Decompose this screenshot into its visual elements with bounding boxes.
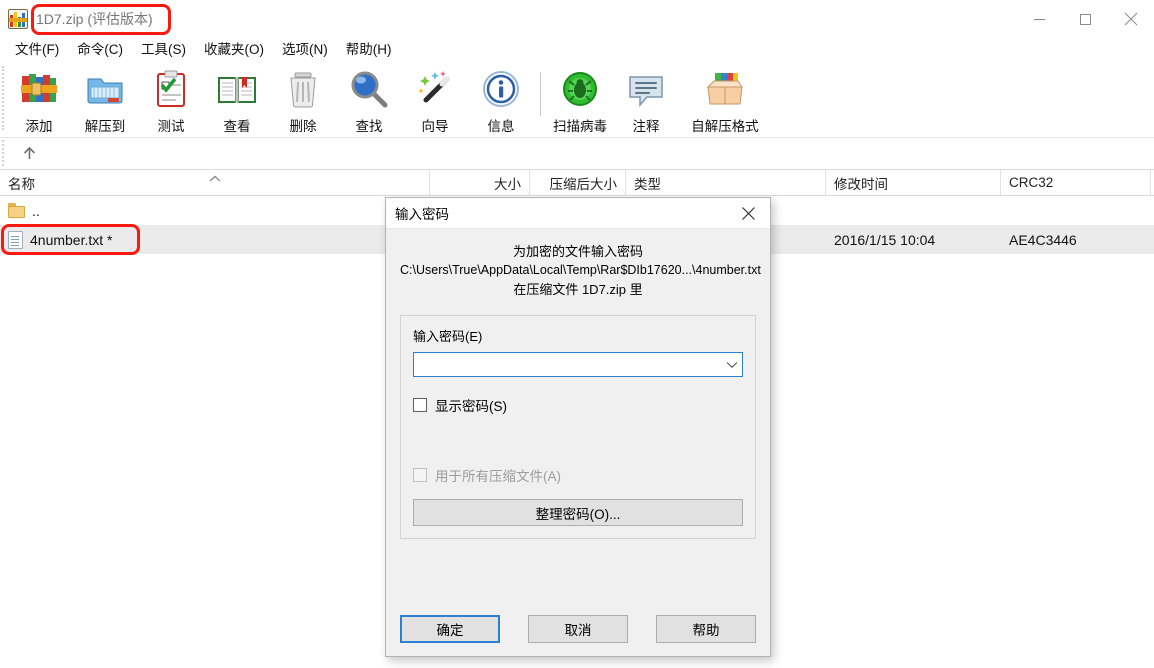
file-row-crc32: AE4C3446 bbox=[1009, 231, 1077, 248]
toolbar-sfx-button[interactable]: 自解压格式 bbox=[679, 62, 771, 134]
wizard-icon bbox=[414, 68, 456, 110]
toolbar-find-label: 查找 bbox=[355, 119, 383, 134]
toolbar-virusscan-label: 扫描病毒 bbox=[553, 119, 607, 134]
password-group-box: 输入密码(E) 显示密码(S) 用于所有压缩文件(A) 整理密码(O)... bbox=[400, 315, 756, 539]
column-header-modified-label: 修改时间 bbox=[834, 176, 888, 192]
column-header-modified[interactable]: 修改时间 bbox=[826, 170, 1001, 195]
toolbar-extract-label: 解压到 bbox=[84, 119, 126, 134]
dialog-footer: 确定 取消 帮助 bbox=[386, 602, 770, 656]
column-header-packed-size-label: 压缩后大小 bbox=[549, 176, 618, 192]
dialog-body: 为加密的文件输入密码 C:\Users\True\AppData\Local\T… bbox=[386, 229, 770, 602]
toolbar-wizard-label: 向导 bbox=[421, 119, 449, 134]
winrar-books-icon bbox=[8, 9, 28, 29]
virus-scan-icon bbox=[559, 68, 601, 110]
window-title: 1D7.zip (评估版本) bbox=[36, 11, 153, 27]
show-password-checkbox[interactable]: 显示密码(S) bbox=[413, 395, 743, 415]
minimize-icon[interactable] bbox=[1016, 0, 1062, 38]
column-header-name-label: 名称 bbox=[8, 176, 35, 192]
toolbar-info-label: 信息 bbox=[487, 119, 515, 134]
find-icon bbox=[348, 68, 390, 110]
menu-tools[interactable]: 工具(S) bbox=[132, 39, 195, 61]
folder-icon bbox=[8, 203, 25, 218]
column-header-crc32[interactable]: CRC32 bbox=[1001, 170, 1151, 195]
use-for-all-archives-checkbox: 用于所有压缩文件(A) bbox=[413, 465, 743, 485]
cancel-button[interactable]: 取消 bbox=[528, 615, 629, 643]
password-label: 输入密码(E) bbox=[413, 329, 483, 344]
toolbar-test-button[interactable]: 测试 bbox=[138, 62, 204, 134]
text-file-icon bbox=[8, 230, 23, 249]
toolbar-find-button[interactable]: 查找 bbox=[336, 62, 402, 134]
show-password-label: 显示密码(S) bbox=[435, 399, 507, 414]
close-icon[interactable] bbox=[1108, 0, 1154, 38]
column-header-size[interactable]: 大小 bbox=[430, 170, 530, 195]
toolbar-comment-label: 注释 bbox=[632, 119, 660, 134]
column-header-crc32-label: CRC32 bbox=[1009, 175, 1054, 190]
enter-password-dialog: 输入密码 为加密的文件输入密码 C:\Users\True\AppData\Lo… bbox=[385, 197, 771, 657]
checkbox-box bbox=[413, 398, 427, 412]
file-list-column-header: 名称 大小 压缩后大小 类型 修改时间 CRC32 bbox=[0, 170, 1154, 196]
help-button[interactable]: 帮助 bbox=[656, 615, 757, 643]
info-icon bbox=[480, 68, 522, 110]
navigation-bar bbox=[0, 138, 1154, 170]
column-header-name[interactable]: 名称 bbox=[0, 170, 430, 195]
toolbar-delete-button[interactable]: 删除 bbox=[270, 62, 336, 134]
dialog-title: 输入密码 bbox=[395, 207, 449, 222]
sfx-icon bbox=[704, 68, 746, 110]
window-controls bbox=[1016, 0, 1154, 38]
file-row-name-cell: .. bbox=[0, 203, 430, 219]
add-archive-icon bbox=[18, 68, 60, 110]
view-icon bbox=[216, 68, 258, 110]
toolbar: 添加 解压到 测试 查看 删除 查找 向导 信息 扫描病毒 注释 自解压格式 bbox=[0, 62, 1154, 138]
column-header-type-label: 类型 bbox=[634, 176, 661, 192]
chevron-down-icon[interactable] bbox=[722, 353, 742, 376]
toolbar-test-label: 测试 bbox=[157, 119, 185, 134]
column-header-packed-size[interactable]: 压缩后大小 bbox=[530, 170, 626, 195]
dialog-title-bar: 输入密码 bbox=[386, 198, 770, 229]
extract-to-icon bbox=[84, 68, 126, 110]
toolbar-info-button[interactable]: 信息 bbox=[468, 62, 534, 134]
maximize-icon[interactable] bbox=[1062, 0, 1108, 38]
menu-commands[interactable]: 命令(C) bbox=[68, 39, 132, 61]
comment-icon bbox=[625, 68, 667, 110]
toolbar-add-label: 添加 bbox=[25, 119, 53, 134]
toolbar-comment-button[interactable]: 注释 bbox=[613, 62, 679, 134]
dialog-message-line1: 为加密的文件输入密码 bbox=[512, 244, 643, 259]
file-row-name-cell: 4number.txt * bbox=[0, 230, 430, 249]
toolbar-view-button[interactable]: 查看 bbox=[204, 62, 270, 134]
column-header-size-label: 大小 bbox=[494, 176, 521, 192]
menu-file[interactable]: 文件(F) bbox=[6, 39, 68, 61]
menu-options[interactable]: 选项(N) bbox=[273, 39, 337, 61]
dialog-message-path: C:\Users\True\AppData\Local\Temp\Rar$DIb… bbox=[400, 263, 761, 277]
toolbar-delete-label: 删除 bbox=[289, 119, 317, 134]
close-icon[interactable] bbox=[726, 198, 770, 229]
file-row-modified: 2016/1/15 10:04 bbox=[834, 231, 936, 248]
toolbar-sfx-label: 自解压格式 bbox=[691, 119, 759, 134]
toolbar-separator bbox=[540, 72, 541, 116]
password-combo[interactable] bbox=[413, 352, 743, 377]
test-icon bbox=[150, 68, 192, 110]
toolbar-wizard-button[interactable]: 向导 bbox=[402, 62, 468, 134]
sort-ascending-icon bbox=[208, 171, 222, 186]
checkbox-box bbox=[413, 468, 427, 482]
title-bar: 1D7.zip (评估版本) bbox=[0, 0, 1154, 38]
column-header-type[interactable]: 类型 bbox=[626, 170, 826, 195]
menu-help[interactable]: 帮助(H) bbox=[337, 39, 401, 61]
file-row-name: .. bbox=[32, 202, 40, 219]
organize-passwords-button[interactable]: 整理密码(O)... bbox=[413, 499, 743, 526]
toolbar-view-label: 查看 bbox=[223, 119, 251, 134]
password-input[interactable] bbox=[418, 354, 720, 375]
up-arrow-icon[interactable] bbox=[12, 141, 46, 167]
dialog-message-archive: 在压缩文件 1D7.zip 里 bbox=[513, 282, 643, 297]
use-for-all-archives-label: 用于所有压缩文件(A) bbox=[435, 469, 561, 484]
toolbar-virusscan-button[interactable]: 扫描病毒 bbox=[547, 62, 613, 134]
toolbar-extract-button[interactable]: 解压到 bbox=[72, 62, 138, 134]
delete-icon bbox=[282, 68, 324, 110]
file-row-name: 4number.txt * bbox=[30, 231, 113, 248]
dialog-message: 为加密的文件输入密码 C:\Users\True\AppData\Local\T… bbox=[400, 242, 761, 299]
menu-favorites[interactable]: 收藏夹(O) bbox=[195, 39, 273, 61]
ok-button[interactable]: 确定 bbox=[400, 615, 501, 643]
menu-bar: 文件(F) 命令(C) 工具(S) 收藏夹(O) 选项(N) 帮助(H) bbox=[0, 38, 1154, 62]
toolbar-add-button[interactable]: 添加 bbox=[6, 62, 72, 134]
